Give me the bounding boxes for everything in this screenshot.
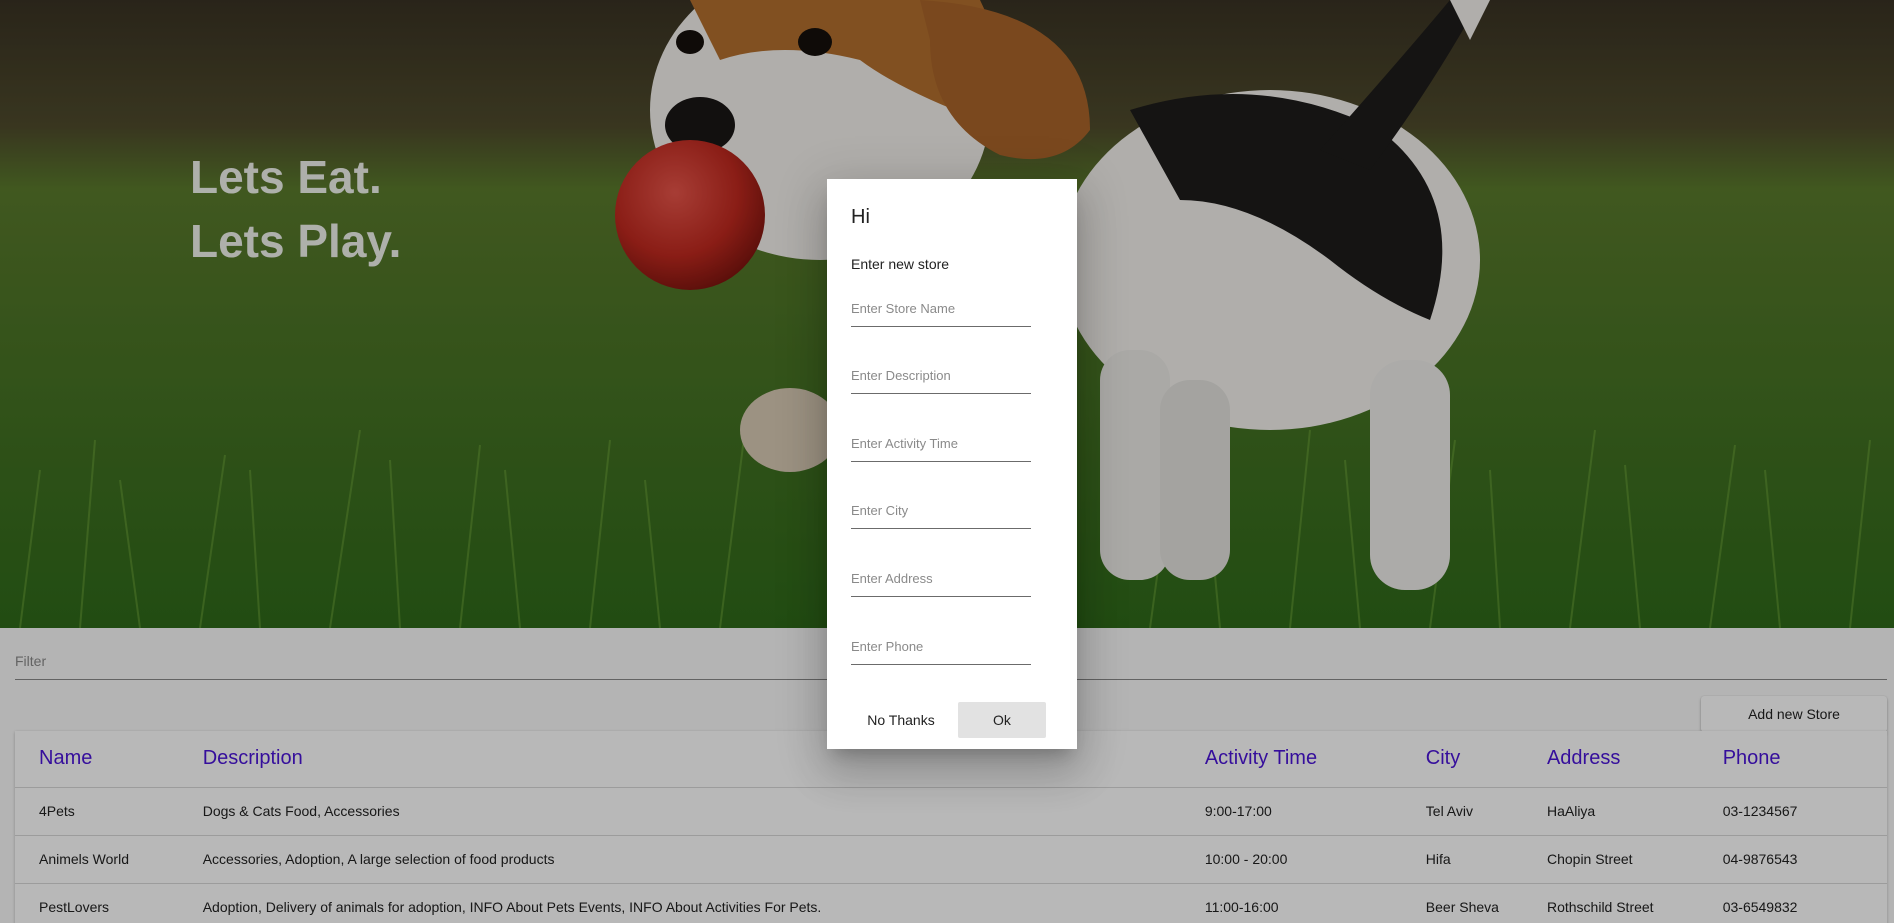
city-field bbox=[851, 493, 1031, 529]
city-input[interactable] bbox=[851, 493, 1031, 527]
address-field bbox=[851, 561, 1031, 597]
phone-input[interactable] bbox=[851, 629, 1031, 663]
ok-button[interactable]: Ok bbox=[958, 702, 1046, 738]
page: Lets Eat. Lets Play. Add new Store Name … bbox=[0, 0, 1894, 923]
description-input[interactable] bbox=[851, 358, 1031, 392]
store-name-input[interactable] bbox=[851, 291, 1031, 325]
no-thanks-button[interactable]: No Thanks bbox=[851, 702, 951, 738]
activity-time-input[interactable] bbox=[851, 426, 1031, 460]
dialog-subtitle: Enter new store bbox=[851, 256, 950, 272]
new-store-dialog: Hi Enter new store No Thanks Ok bbox=[827, 179, 1077, 749]
description-field bbox=[851, 358, 1031, 394]
store-name-field bbox=[851, 291, 1031, 327]
activity-time-field bbox=[851, 426, 1031, 462]
phone-field bbox=[851, 629, 1031, 665]
address-input[interactable] bbox=[851, 561, 1031, 595]
dialog-title: Hi bbox=[851, 206, 870, 228]
